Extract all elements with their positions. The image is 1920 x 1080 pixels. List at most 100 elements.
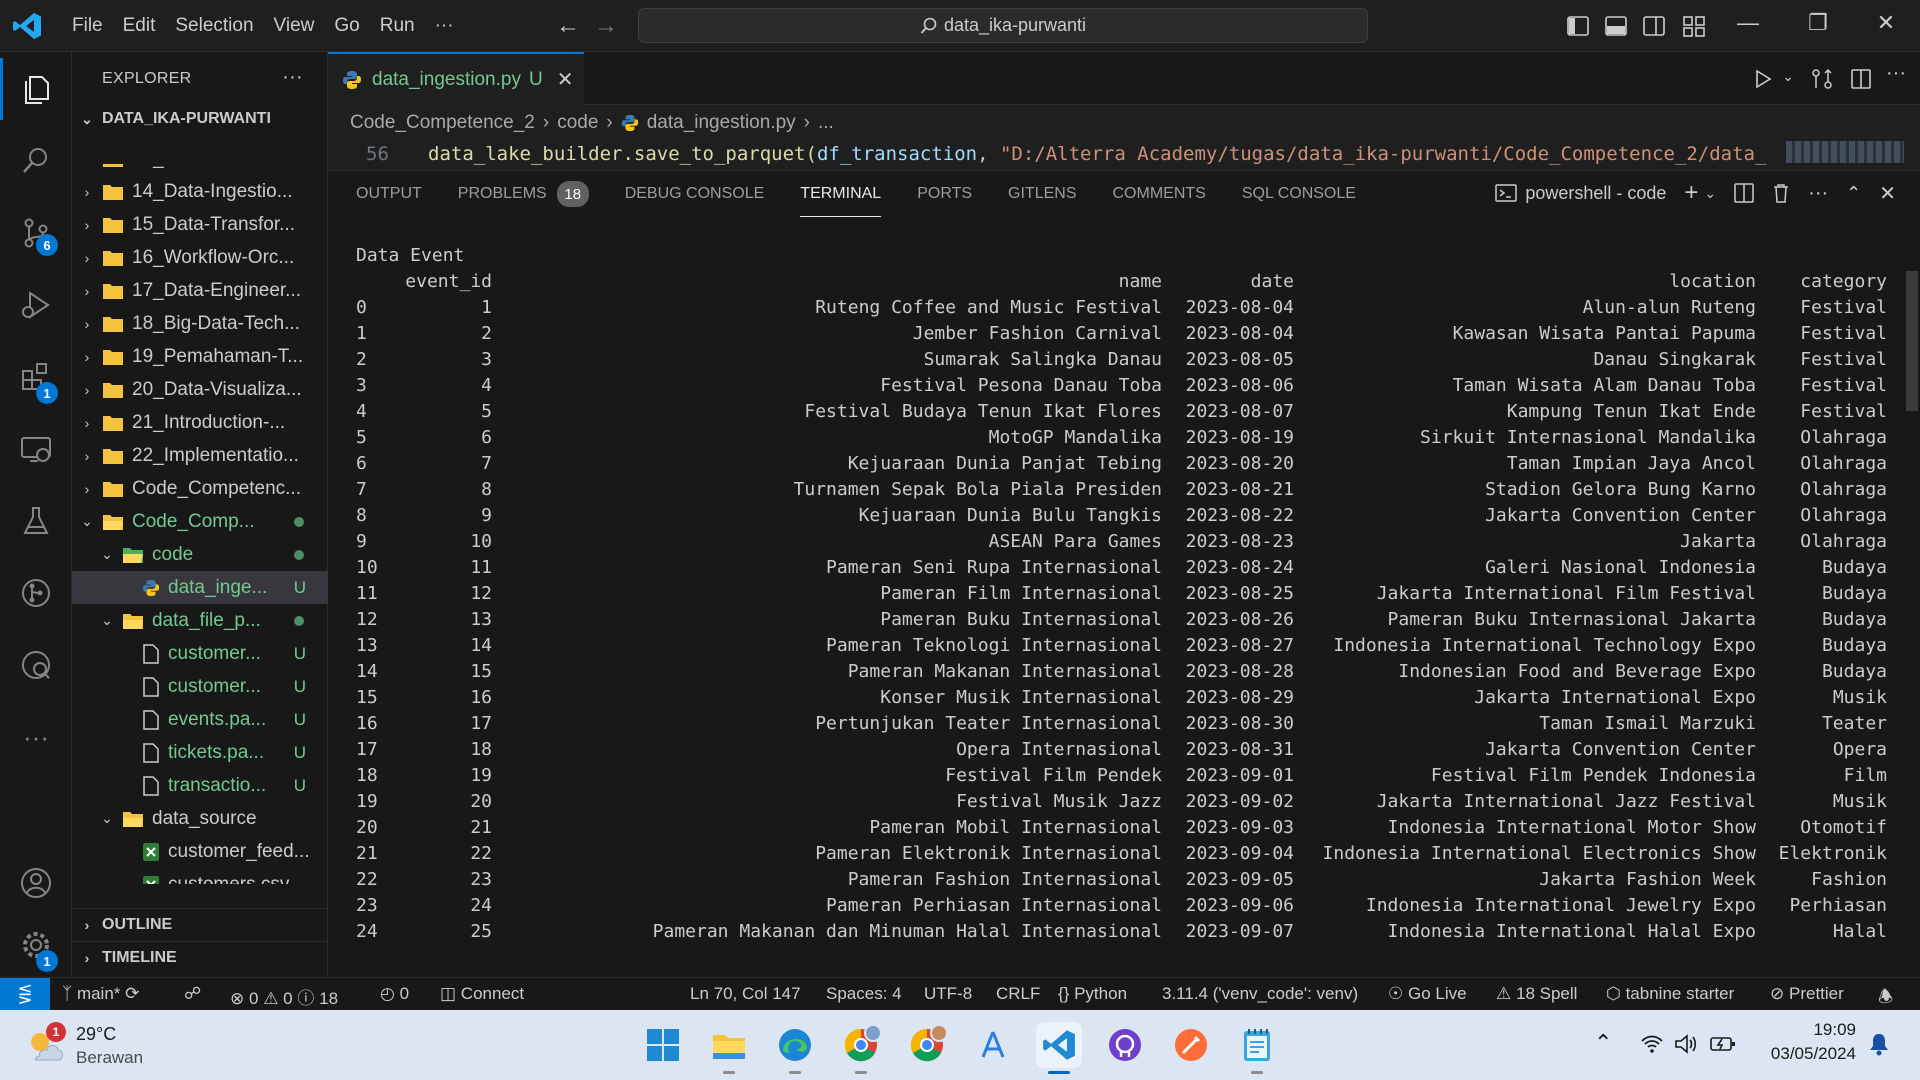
- taskbar-github-desktop[interactable]: [1102, 1022, 1148, 1068]
- run-dropdown-chevron-icon[interactable]: ⌄: [1782, 68, 1794, 85]
- tab-data-ingestion[interactable]: data_ingestion.py U ✕: [328, 52, 584, 105]
- split-terminal-icon[interactable]: [1734, 183, 1754, 203]
- connect-indicator[interactable]: ◫ Connect: [440, 984, 524, 1004]
- tray-overflow-chevron-icon[interactable]: ⌃: [1594, 1030, 1612, 1056]
- tree-item[interactable]: › 20_Data-Visualiza...: [72, 373, 328, 406]
- remote-explorer-activity[interactable]: [0, 418, 72, 480]
- back-arrow-icon[interactable]: ←: [556, 12, 580, 40]
- tab-problems[interactable]: PROBLEMS 18: [458, 171, 589, 217]
- accounts-activity[interactable]: [0, 852, 72, 914]
- clock-time[interactable]: 19:09: [1760, 1020, 1856, 1040]
- toggle-primary-sidebar-icon[interactable]: [1566, 14, 1590, 38]
- menu-more[interactable]: ···: [425, 15, 464, 37]
- forward-arrow-icon[interactable]: →: [594, 12, 618, 40]
- tree-item[interactable]: customer_feed...: [72, 835, 328, 868]
- source-control-activity[interactable]: 6: [0, 202, 72, 264]
- tree-item[interactable]: events.pa... U: [72, 703, 328, 736]
- run-debug-activity[interactable]: [0, 274, 72, 336]
- remote-indicator[interactable]: ⋚: [0, 978, 50, 1011]
- testing-activity[interactable]: [0, 490, 72, 552]
- tab-gitlens[interactable]: GITLENS: [1008, 171, 1076, 217]
- prettier-indicator[interactable]: ⊘ Prettier: [1770, 984, 1844, 1004]
- terminal-shell-selector[interactable]: powershell - code: [1495, 183, 1666, 204]
- tab-terminal[interactable]: TERMINAL: [800, 171, 882, 217]
- terminal-dropdown-chevron-icon[interactable]: ⌄: [1704, 185, 1716, 202]
- tree-item[interactable]: › 18_Big-Data-Tech...: [72, 307, 328, 340]
- taskbar-chrome-2[interactable]: [904, 1022, 950, 1068]
- taskbar-vscode[interactable]: [1036, 1022, 1082, 1074]
- taskbar-chrome-1[interactable]: [838, 1022, 884, 1074]
- explorer-activity[interactable]: [0, 58, 72, 120]
- menu-edit[interactable]: Edit: [113, 15, 166, 37]
- git-graph-icon[interactable]: ☍: [184, 984, 201, 1004]
- taskbar-edge[interactable]: [772, 1022, 818, 1074]
- gitlens-inspect-activity[interactable]: [0, 634, 72, 696]
- close-panel-icon[interactable]: ✕: [1879, 181, 1896, 206]
- wifi-icon[interactable]: [1640, 1034, 1664, 1054]
- tree-item[interactable]: › 17_Data-Engineer...: [72, 274, 328, 307]
- menu-run[interactable]: Run: [370, 15, 425, 37]
- tab-ports[interactable]: PORTS: [917, 171, 972, 217]
- tree-item[interactable]: transactio... U: [72, 769, 328, 802]
- tree-item[interactable]: › 21_Introduction-...: [72, 406, 328, 439]
- taskbar-postman[interactable]: [1168, 1022, 1214, 1068]
- menu-view[interactable]: View: [264, 15, 325, 37]
- outline-section[interactable]: › OUTLINE: [72, 908, 328, 941]
- code-line[interactable]: 56 data_lake_builder.save_to_parquet(df_…: [328, 141, 1920, 169]
- tree-item[interactable]: › 15_Data-Transfor...: [72, 208, 328, 241]
- ports-indicator[interactable]: ◴ 0: [380, 984, 409, 1004]
- breadcrumb-folder[interactable]: Code_Competence_2: [350, 112, 535, 134]
- more-activity[interactable]: ···: [0, 706, 72, 768]
- tree-item[interactable]: ⌄ Code_Comp...: [72, 505, 328, 538]
- tab-debug-console[interactable]: DEBUG CONSOLE: [625, 171, 765, 217]
- close-window-icon[interactable]: ✕: [1856, 10, 1916, 36]
- tree-item[interactable]: data_inge... U: [72, 571, 328, 604]
- taskbar-notepad[interactable]: [1234, 1022, 1280, 1074]
- tree-item[interactable]: ⌄ code: [72, 538, 328, 571]
- trash-icon[interactable]: [1772, 183, 1790, 203]
- command-center-search[interactable]: data_ika-purwanti: [638, 8, 1368, 43]
- editor-more-icon[interactable]: ···: [1886, 62, 1906, 85]
- cursor-position[interactable]: Ln 70, Col 147: [690, 984, 801, 1004]
- search-activity[interactable]: [0, 130, 72, 192]
- notification-bell-icon[interactable]: [1868, 1032, 1890, 1056]
- start-button[interactable]: [640, 1022, 686, 1068]
- restore-icon[interactable]: ❐: [1788, 10, 1848, 36]
- encoding[interactable]: UTF-8: [924, 984, 972, 1004]
- tree-item[interactable]: › 22_Implementatio...: [72, 439, 328, 472]
- tree-item[interactable]: customers.csv: [72, 868, 328, 884]
- battery-charging-icon[interactable]: [1710, 1034, 1736, 1054]
- new-terminal-icon[interactable]: +: [1684, 179, 1698, 207]
- taskbar-app-store[interactable]: [970, 1022, 1016, 1068]
- tree-item[interactable]: tickets.pa... U: [72, 736, 328, 769]
- run-python-file-icon[interactable]: [1752, 68, 1774, 90]
- minimize-icon[interactable]: —: [1718, 10, 1778, 36]
- open-changes-icon[interactable]: [1810, 68, 1834, 90]
- tab-comments[interactable]: COMMENTS: [1113, 171, 1206, 217]
- minimap[interactable]: [1786, 141, 1904, 163]
- tree-item[interactable]: › 16_Workflow-Orc...: [72, 241, 328, 274]
- toggle-secondary-sidebar-icon[interactable]: [1642, 14, 1666, 38]
- close-tab-icon[interactable]: ✕: [557, 67, 574, 92]
- branch-indicator[interactable]: ᛉ main* ⟳: [62, 984, 139, 1004]
- tab-sql-console[interactable]: SQL CONSOLE: [1242, 171, 1356, 217]
- tree-item[interactable]: ⌄ data_file_p...: [72, 604, 328, 637]
- python-interpreter[interactable]: 3.11.4 ('venv_code': venv): [1162, 984, 1358, 1004]
- breadcrumb-symbol[interactable]: ...: [818, 112, 834, 134]
- tab-output[interactable]: OUTPUT: [356, 171, 422, 217]
- spell-indicator[interactable]: ⚠ 18 Spell: [1496, 984, 1577, 1004]
- gitlens-activity[interactable]: [0, 562, 72, 624]
- volume-icon[interactable]: [1674, 1034, 1698, 1054]
- tree-item[interactable]: ⌄ data_source: [72, 802, 328, 835]
- tree-item[interactable]: customer... U: [72, 637, 328, 670]
- extensions-activity[interactable]: 1: [0, 346, 72, 408]
- breadcrumb-code[interactable]: code: [557, 112, 598, 134]
- customize-layout-icon[interactable]: [1682, 14, 1706, 38]
- end-of-line[interactable]: CRLF: [996, 984, 1040, 1004]
- split-editor-icon[interactable]: [1850, 68, 1872, 90]
- language-mode[interactable]: {} Python: [1058, 984, 1127, 1004]
- taskbar-file-explorer[interactable]: [706, 1022, 752, 1074]
- tabnine-indicator[interactable]: ⬡ tabnine starter: [1606, 984, 1734, 1004]
- manage-activity[interactable]: 1: [0, 914, 72, 976]
- problems-indicator[interactable]: ⊗ 0 ⚠ 0 ⓘ 18: [230, 984, 338, 1009]
